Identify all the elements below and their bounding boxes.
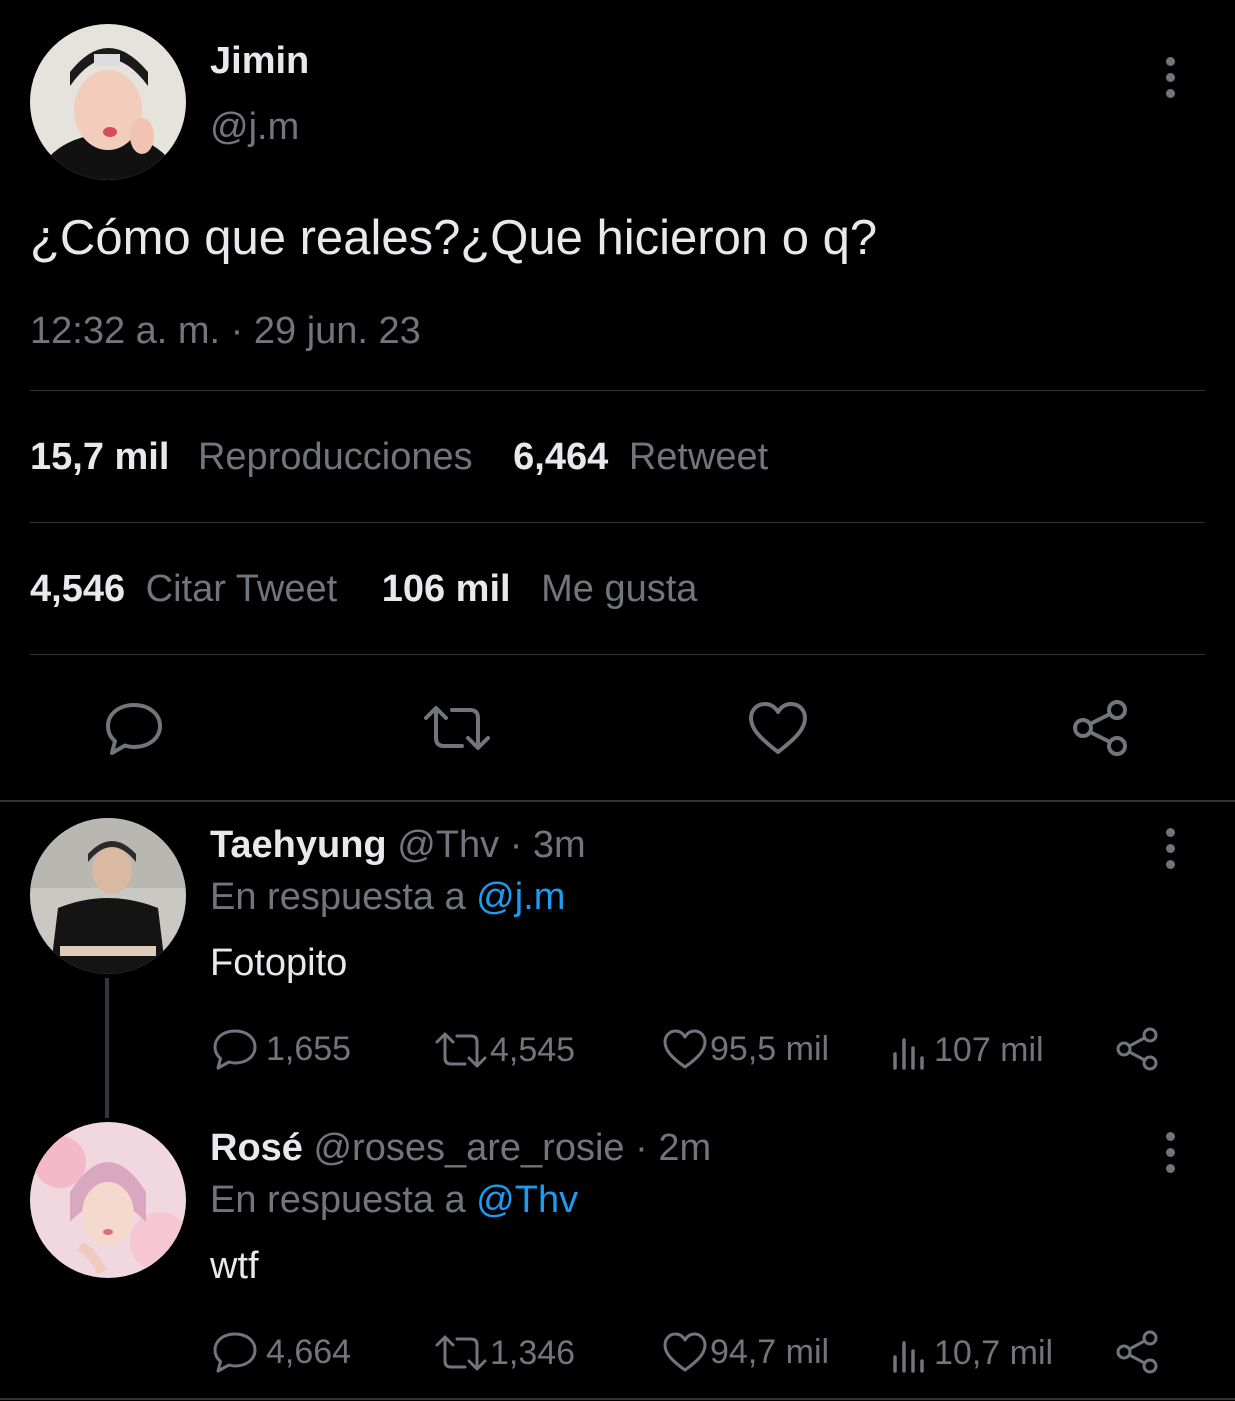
reply-context: En respuesta a @Thv: [210, 1179, 578, 1222]
retweets-label: Retweet: [628, 436, 769, 478]
share-icon: [1116, 1330, 1158, 1374]
quotes-stat[interactable]: 4,546 Citar Tweet: [30, 568, 348, 610]
thread-connector: [105, 978, 109, 1118]
author-name[interactable]: Jimin: [210, 40, 309, 83]
reply-header: Taehyung @Thv · 3m: [210, 824, 586, 867]
retweet-button[interactable]: 1,346: [434, 1333, 575, 1373]
more-options-icon[interactable]: [1166, 1132, 1178, 1173]
reply-text: wtf: [210, 1245, 259, 1287]
reply-icon: [213, 1029, 257, 1070]
like-count: 94,7 mil: [710, 1332, 830, 1371]
likes-count: 106 mil: [381, 568, 511, 610]
avatar-rose[interactable]: [30, 1122, 186, 1278]
like-icon: [749, 702, 807, 754]
retweets-stat[interactable]: 6,464 Retweet: [513, 436, 768, 478]
like-button[interactable]: 95,5 mil: [662, 1028, 829, 1070]
like-icon: [663, 1029, 707, 1069]
reply-count: 1,655: [266, 1029, 352, 1068]
avatar-taehyung[interactable]: [30, 818, 186, 974]
avatar-jimin[interactable]: [30, 24, 186, 180]
author-handle[interactable]: @j.m: [210, 106, 299, 149]
tweet-text: ¿Cómo que reales?¿Que hicieron o q?: [30, 211, 878, 265]
reply-text: Fotopito: [210, 942, 348, 984]
share-button[interactable]: [1070, 698, 1130, 758]
like-count: 95,5 mil: [710, 1029, 830, 1068]
reply-button[interactable]: [104, 700, 164, 756]
share-button[interactable]: [1114, 1026, 1160, 1072]
like-button[interactable]: 94,7 mil: [662, 1331, 829, 1373]
divider: [30, 390, 1205, 391]
reply-button[interactable]: 4,664: [212, 1331, 351, 1373]
views-button[interactable]: 10,7 mil: [890, 1333, 1053, 1373]
reply-prefix: En respuesta a: [210, 1179, 466, 1221]
views-label: Reproducciones: [197, 436, 473, 478]
divider: [30, 522, 1205, 523]
reply-to-mention[interactable]: @j.m: [476, 876, 565, 918]
likes-stat[interactable]: 106 mil Me gusta: [382, 568, 698, 610]
reply-prefix: En respuesta a: [210, 876, 466, 918]
bottom-divider: [0, 1398, 1235, 1400]
divider: [30, 654, 1205, 655]
retweet-icon: [435, 1335, 487, 1371]
stats-row-2: 4,546 Citar Tweet 106 mil Me gusta: [30, 568, 697, 611]
retweet-icon: [435, 1032, 487, 1068]
reply-time[interactable]: · 2m: [635, 1127, 711, 1169]
retweet-count: 1,346: [490, 1333, 576, 1372]
retweets-count: 6,464: [513, 436, 609, 478]
views-count: 15,7 mil: [30, 436, 170, 478]
reply-author-name[interactable]: Rosé: [210, 1127, 303, 1169]
like-button[interactable]: [748, 700, 808, 756]
views-icon: [893, 1038, 924, 1070]
tweet-timestamp[interactable]: 12:32 a. m. · 29 jun. 23: [30, 310, 421, 353]
reply-count: 4,664: [266, 1332, 352, 1371]
more-options-icon[interactable]: [1166, 57, 1178, 98]
quotes-count: 4,546: [30, 568, 126, 610]
retweet-icon: [424, 706, 490, 750]
retweet-button[interactable]: 4,545: [434, 1030, 575, 1070]
retweet-count: 4,545: [490, 1030, 576, 1069]
reply-header: Rosé @roses_are_rosie · 2m: [210, 1127, 711, 1170]
reply-to-mention[interactable]: @Thv: [476, 1179, 578, 1221]
quotes-label: Citar Tweet: [145, 568, 338, 610]
views-count: 10,7 mil: [934, 1333, 1054, 1372]
views-stat[interactable]: 15,7 mil Reproducciones: [30, 436, 483, 478]
reply-author-name[interactable]: Taehyung: [210, 824, 387, 866]
retweet-button[interactable]: [422, 702, 492, 754]
reply-icon: [106, 703, 162, 755]
reply-time[interactable]: · 3m: [510, 824, 586, 866]
reply-button[interactable]: 1,655: [212, 1028, 351, 1070]
views-count: 107 mil: [934, 1030, 1044, 1069]
views-button[interactable]: 107 mil: [890, 1030, 1044, 1070]
reply-author-handle[interactable]: @Thv: [397, 824, 499, 866]
likes-label: Me gusta: [541, 568, 698, 610]
share-button[interactable]: [1114, 1329, 1160, 1375]
reply-icon: [213, 1332, 257, 1373]
views-icon: [893, 1341, 924, 1373]
more-options-icon[interactable]: [1166, 828, 1178, 869]
share-icon: [1073, 700, 1127, 756]
stats-row-1: 15,7 mil Reproducciones 6,464 Retweet: [30, 436, 768, 479]
like-icon: [663, 1332, 707, 1372]
share-icon: [1116, 1027, 1158, 1071]
reply-author-handle[interactable]: @roses_are_rosie: [313, 1127, 624, 1169]
section-divider: [0, 800, 1235, 802]
reply-context: En respuesta a @j.m: [210, 876, 565, 919]
